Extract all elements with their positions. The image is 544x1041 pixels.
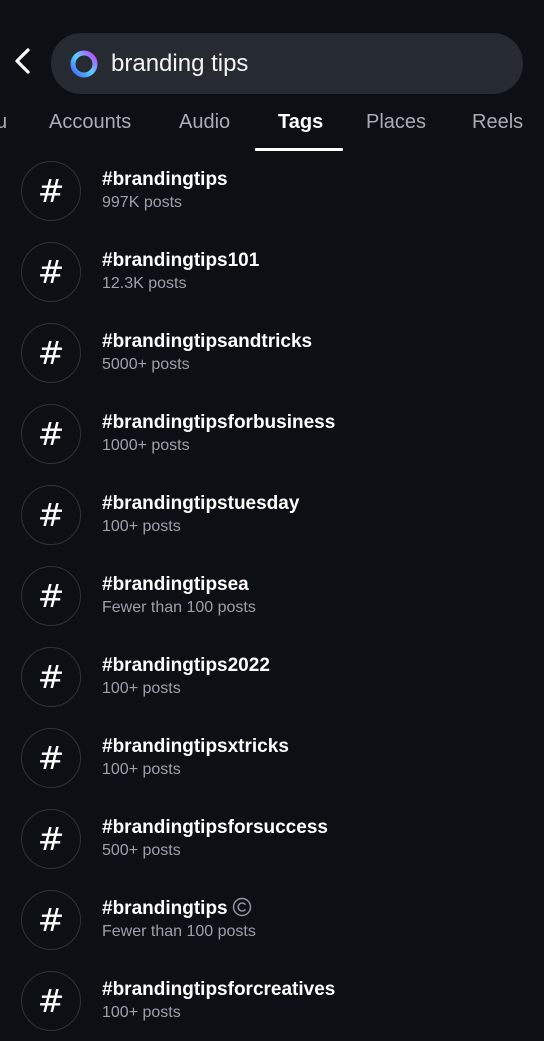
- post-count: 500+ posts: [102, 842, 181, 859]
- top-bar: [0, 0, 544, 100]
- tag-name: #brandingtips: [102, 898, 228, 919]
- tag-name: #brandingtipsforbusiness: [102, 412, 336, 433]
- hashtag-icon: #: [21, 971, 81, 1031]
- hashtag-icon: #: [21, 647, 81, 707]
- tag-name: #brandingtips: [102, 169, 228, 190]
- list-item[interactable]: # #brandingtipsforbusiness 1000+ posts: [0, 393, 544, 474]
- hashtag-icon: #: [21, 890, 81, 950]
- search-tabs: u Accounts Audio Tags Places Reels: [0, 100, 544, 152]
- hashtag-icon: #: [21, 485, 81, 545]
- search-input[interactable]: [111, 49, 501, 79]
- tag-name: #brandingtipsea: [102, 574, 249, 595]
- hashtag-icon: #: [21, 161, 81, 221]
- list-item[interactable]: # #brandingtips2022 100+ posts: [0, 636, 544, 717]
- chevron-left-icon: [15, 48, 30, 74]
- list-item[interactable]: # #brandingtipsxtricks 100+ posts: [0, 717, 544, 798]
- tab-reels[interactable]: Reels: [472, 110, 523, 134]
- list-item[interactable]: # #brandingtipsforsuccess 500+ posts: [0, 798, 544, 879]
- search-bar[interactable]: [51, 33, 523, 94]
- post-count: 5000+ posts: [102, 356, 190, 373]
- hashtag-icon: #: [21, 566, 81, 626]
- post-count: Fewer than 100 posts: [102, 599, 256, 616]
- tag-name: #brandingtips2022: [102, 655, 270, 676]
- list-item[interactable]: # #brandingtipsforcreatives 100+ posts: [0, 960, 544, 1041]
- post-count: 997K posts: [102, 194, 183, 211]
- post-count: 100+ posts: [102, 1004, 181, 1021]
- post-count: 1000+ posts: [102, 437, 190, 454]
- hashtag-icon: #: [21, 404, 81, 464]
- post-count: 100+ posts: [102, 518, 181, 535]
- back-button[interactable]: [8, 40, 36, 80]
- tag-name: #brandingtipsforcreatives: [102, 979, 336, 1000]
- list-item[interactable]: # #brandingtips101 12.3K posts: [0, 231, 544, 312]
- tag-name: #brandingtipsxtricks: [102, 736, 289, 757]
- tab-partial[interactable]: u: [0, 110, 7, 134]
- tab-tags[interactable]: Tags: [278, 110, 323, 134]
- list-item[interactable]: # #brandingtips 997K posts: [0, 150, 544, 231]
- hashtag-icon: #: [21, 809, 81, 869]
- hashtag-icon: #: [21, 242, 81, 302]
- list-item[interactable]: # #brandingtipsea Fewer than 100 posts: [0, 555, 544, 636]
- post-count: Fewer than 100 posts: [102, 923, 256, 940]
- tag-name: #brandingtips101: [102, 250, 260, 271]
- post-count: 12.3K posts: [102, 275, 187, 292]
- list-item[interactable]: # #brandingtipsandtricks 5000+ posts: [0, 312, 544, 393]
- meta-ai-ring-icon: [70, 50, 98, 78]
- list-item[interactable]: # #brandingtipstuesday 100+ posts: [0, 474, 544, 555]
- tab-places[interactable]: Places: [366, 110, 426, 134]
- post-count: 100+ posts: [102, 761, 181, 778]
- hashtag-icon: #: [21, 323, 81, 383]
- tab-accounts[interactable]: Accounts: [49, 110, 131, 134]
- copyright-icon: [232, 897, 251, 917]
- post-count: 100+ posts: [102, 680, 181, 697]
- tag-name: #brandingtipstuesday: [102, 493, 300, 514]
- hashtag-icon: #: [21, 728, 81, 788]
- tab-audio[interactable]: Audio: [179, 110, 230, 134]
- tag-name: #brandingtipsandtricks: [102, 331, 313, 352]
- list-item[interactable]: # #brandingtips Fewer than 100 posts: [0, 879, 544, 960]
- tag-name: #brandingtipsforsuccess: [102, 817, 328, 838]
- tag-name-with-badge: #brandingtips: [102, 897, 252, 921]
